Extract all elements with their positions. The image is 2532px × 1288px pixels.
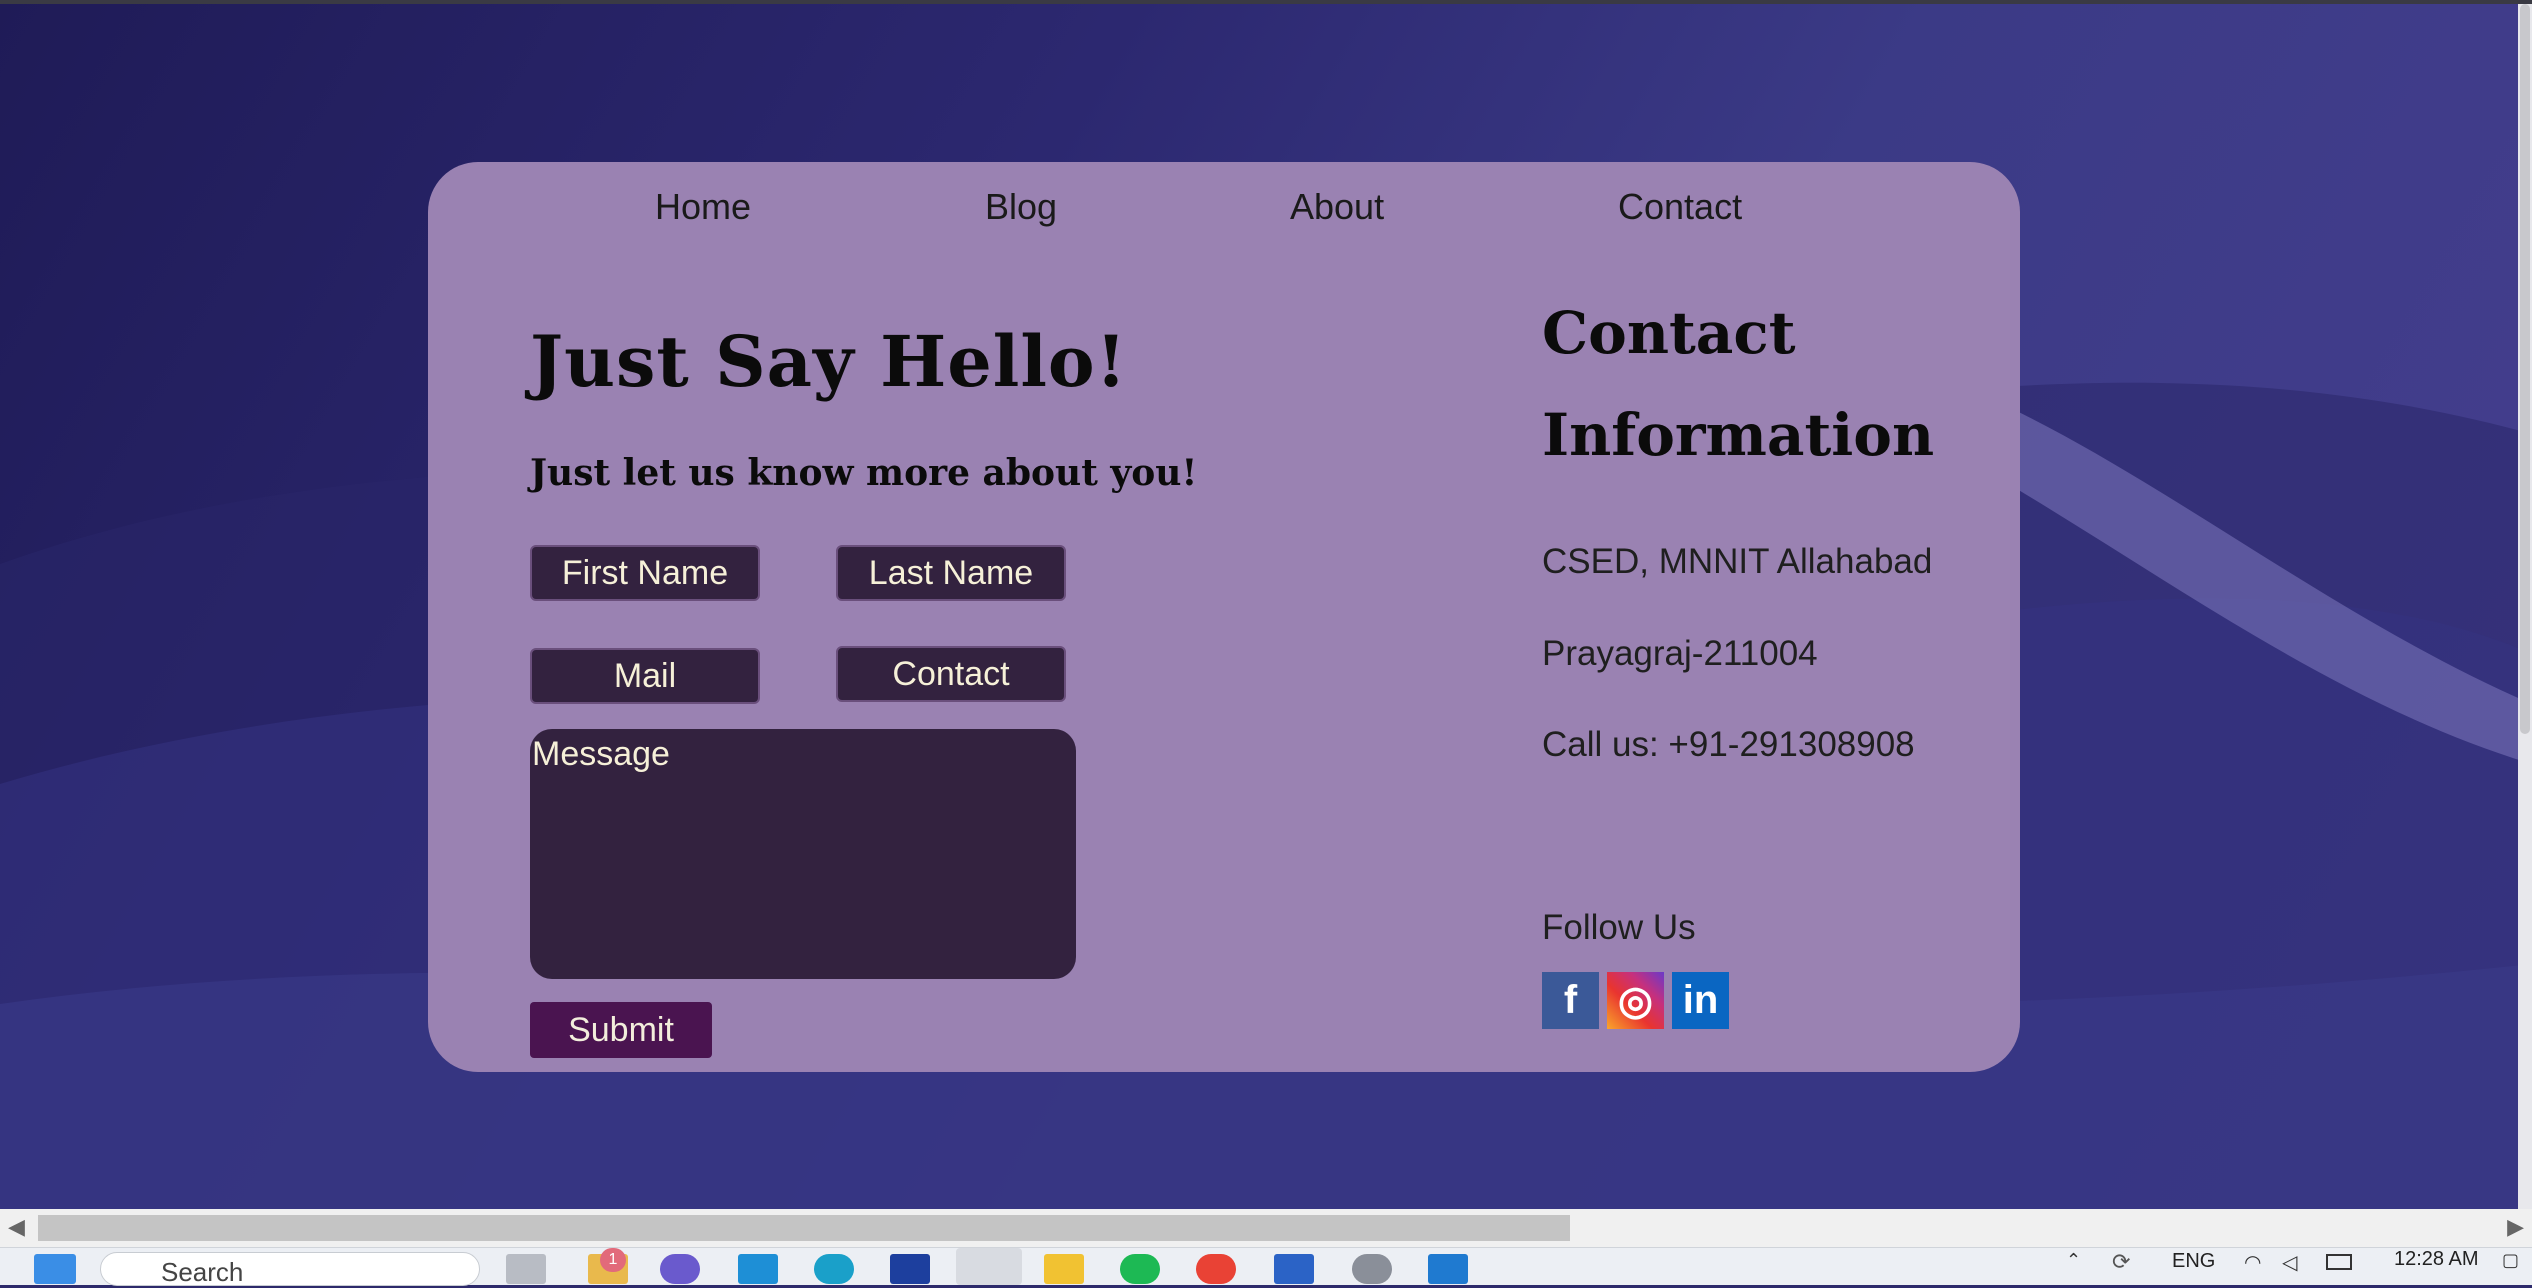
first-name-input[interactable]: [530, 545, 760, 601]
wifi-icon[interactable]: ◠: [2244, 1250, 2274, 1276]
last-name-input[interactable]: [836, 545, 1066, 601]
scroll-right-arrow-icon[interactable]: ▶: [2507, 1215, 2524, 1240]
mail-input[interactable]: [530, 648, 760, 704]
edge-icon[interactable]: [814, 1254, 854, 1284]
vertical-scrollbar[interactable]: [2518, 4, 2532, 1209]
submit-button[interactable]: Submit: [530, 1002, 712, 1058]
address-line-1: CSED, MNNIT Allahabad: [1542, 542, 1933, 581]
clock-time[interactable]: 12:28 AM: [2394, 1248, 2479, 1271]
chevron-up-icon[interactable]: ⌃: [2066, 1250, 2090, 1271]
facebook-icon[interactable]: f: [1542, 972, 1599, 1029]
notification-icon[interactable]: ▢: [2502, 1250, 2526, 1278]
store-icon[interactable]: [738, 1254, 778, 1284]
chrome-icon[interactable]: [1196, 1254, 1236, 1284]
form-title: Just Say Hello!: [530, 320, 1128, 403]
sync-icon[interactable]: ⟳: [2112, 1250, 2140, 1278]
taskbar-search-box[interactable]: Search: [100, 1252, 480, 1287]
phone-line: Call us: +91-291308908: [1542, 725, 1915, 764]
scroll-left-arrow-icon[interactable]: ◀: [8, 1215, 25, 1240]
teams-icon[interactable]: [660, 1254, 700, 1284]
social-links: f ◎ in: [1542, 972, 1729, 1029]
contact-input[interactable]: [836, 646, 1066, 702]
vscode-icon[interactable]: [1428, 1254, 1468, 1284]
contact-info-title: Contact Information: [1542, 299, 1935, 469]
horizontal-scrollbar[interactable]: ◀ ▶: [0, 1209, 2532, 1247]
start-windows-icon[interactable]: [34, 1254, 76, 1284]
address-line-2: Prayagraj-211004: [1542, 634, 1818, 673]
form-subtitle: Just let us know more about you!: [530, 452, 1198, 494]
vertical-scrollbar-thumb[interactable]: [2520, 4, 2530, 734]
taskbar-search-label: Search: [161, 1257, 244, 1287]
app-icon[interactable]: [890, 1254, 930, 1284]
horizontal-scrollbar-thumb[interactable]: [38, 1215, 1570, 1241]
nav-contact-link[interactable]: Contact: [1618, 186, 1742, 228]
active-app-icon[interactable]: [956, 1248, 1022, 1285]
notification-badge: 1: [600, 1248, 626, 1272]
linkedin-icon[interactable]: in: [1672, 972, 1729, 1029]
word-icon[interactable]: [1274, 1254, 1314, 1284]
contact-card: Home Blog About Contact Just Say Hello! …: [428, 162, 2020, 1072]
instagram-icon[interactable]: ◎: [1607, 972, 1664, 1029]
language-indicator[interactable]: ENG: [2172, 1250, 2215, 1273]
spotify-icon[interactable]: [1120, 1254, 1160, 1284]
settings-gear-icon[interactable]: [1352, 1254, 1392, 1284]
task-view-icon[interactable]: [506, 1254, 546, 1284]
file-explorer-icon[interactable]: [1044, 1254, 1084, 1284]
message-textarea[interactable]: [530, 729, 1076, 979]
nav-blog-link[interactable]: Blog: [985, 186, 1057, 228]
follow-us-label: Follow Us: [1542, 908, 1696, 947]
nav-about-link[interactable]: About: [1290, 186, 1384, 228]
nav-home-link[interactable]: Home: [655, 186, 751, 228]
volume-icon[interactable]: ◁: [2282, 1250, 2312, 1276]
battery-icon[interactable]: [2326, 1254, 2352, 1270]
taskbar: Search 1 ⌃ ⟳ ENG ◠ ◁ 12:28 AM ▢: [0, 1247, 2532, 1287]
